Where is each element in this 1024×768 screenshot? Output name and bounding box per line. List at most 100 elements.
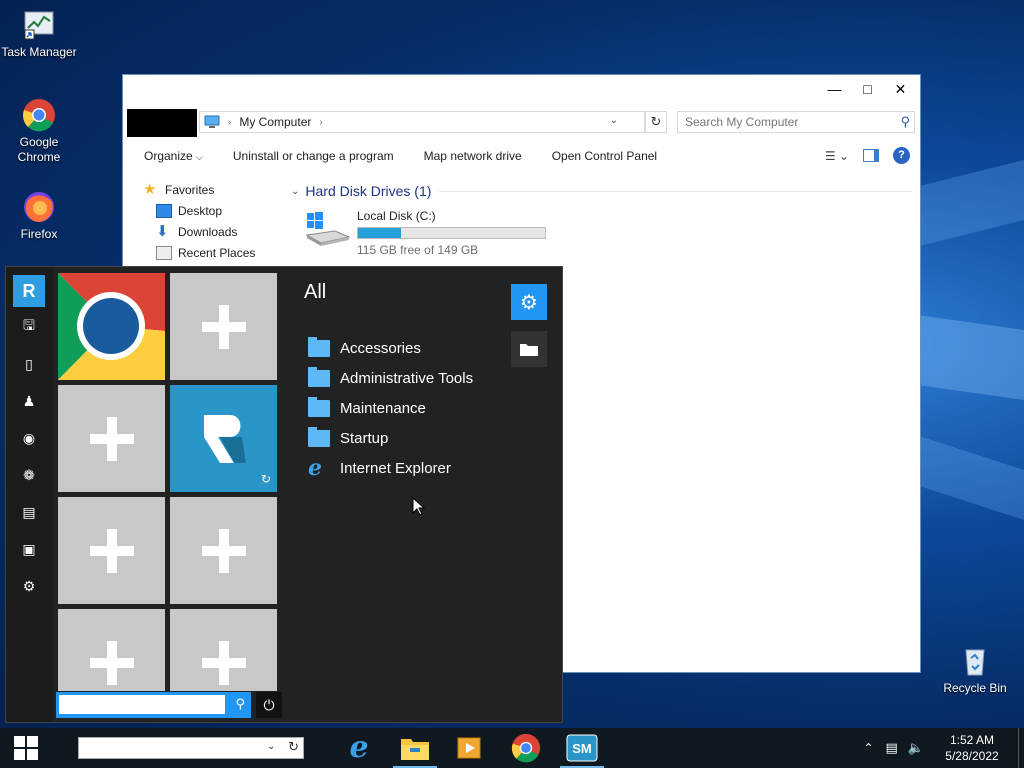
folder-icon <box>308 396 330 417</box>
desktop-icon-label: Task Manager <box>1 45 77 59</box>
start-app-logo-icon <box>203 414 246 463</box>
tile-start-app[interactable]: ↻ <box>170 385 277 492</box>
preview-pane-icon[interactable] <box>863 149 879 162</box>
documents-icon[interactable]: ▯ <box>16 351 42 377</box>
clock-date: 5/28/2022 <box>945 749 999 763</box>
close-button[interactable]: ✕ <box>884 75 917 103</box>
taskbar-media-player[interactable] <box>443 728 495 768</box>
refresh-badge-icon: ↻ <box>260 472 271 486</box>
drive-item-c[interactable]: Local Disk (C:) 115 GB free of 149 GB <box>291 205 912 257</box>
refresh-icon[interactable]: ↻ <box>288 739 299 755</box>
chevron-down-icon[interactable]: ⌄ <box>610 115 618 126</box>
recycle-bin-icon <box>958 644 992 678</box>
performance-icon[interactable]: ▤ <box>16 499 42 525</box>
search-input[interactable] <box>685 115 885 129</box>
star-icon: ★ <box>143 180 157 198</box>
group-header[interactable]: ⌄ Hard Disk Drives (1) <box>291 179 912 203</box>
nav-item-downloads[interactable]: ⬇ Downloads <box>143 221 303 242</box>
computer-icon[interactable]: 🖫 <box>16 314 42 340</box>
chevron-down-icon: ⌵ <box>196 152 203 162</box>
desktop-folder-icon <box>156 203 172 218</box>
power-button[interactable]: ⏻ <box>256 692 282 718</box>
start-button[interactable] <box>0 728 52 768</box>
drive-name: Local Disk (C:) <box>357 209 436 223</box>
tile-empty-add[interactable] <box>170 273 277 380</box>
start-settings-button[interactable]: ⚙ <box>511 284 547 320</box>
program-internet-explorer[interactable]: e Internet Explorer <box>308 453 473 483</box>
display-icon[interactable]: ▣ <box>16 536 42 562</box>
minimize-button[interactable]: — <box>818 75 851 103</box>
view-options-icon[interactable]: ☰ ⌄ <box>825 149 849 163</box>
search-icon[interactable]: ⚲ <box>235 696 245 712</box>
program-startup[interactable]: Startup <box>308 423 473 453</box>
clock[interactable]: 1:52 AM 5/28/2022 <box>932 732 1012 764</box>
help-icon[interactable]: ? <box>893 147 910 164</box>
volume-icon[interactable]: 🔈 <box>908 740 924 756</box>
tile-empty-add[interactable] <box>58 385 165 492</box>
desktop-icon-task-manager[interactable]: Task Manager <box>0 8 78 60</box>
desktop-icon-firefox[interactable]: Firefox <box>0 190 78 242</box>
title-bar[interactable]: — □ ✕ <box>123 75 920 103</box>
task-manager-icon <box>22 8 56 42</box>
plus-icon <box>89 528 134 573</box>
program-administrative-tools[interactable]: Administrative Tools <box>308 363 473 393</box>
user-icon[interactable]: ♟ <box>16 388 42 414</box>
network-icon[interactable]: ◉ <box>16 425 42 451</box>
tile-empty-add[interactable] <box>58 609 165 691</box>
program-accessories[interactable]: Accessories <box>308 333 473 363</box>
program-label: Administrative Tools <box>340 369 474 387</box>
folder-icon <box>520 344 538 356</box>
organize-button[interactable]: Organize ⌵ <box>123 149 218 163</box>
chrome-icon <box>58 273 165 380</box>
taskbar-chrome[interactable] <box>500 728 552 768</box>
start-app-logo-icon[interactable]: R <box>13 275 45 307</box>
open-control-panel-button[interactable]: Open Control Panel <box>537 149 672 163</box>
desktop-icon-chrome[interactable]: Google Chrome <box>0 98 78 165</box>
taskbar-start-menu-app[interactable]: SM <box>556 728 608 768</box>
settings-gear-icon[interactable]: ⚙ <box>16 573 42 599</box>
open-folder-button[interactable] <box>511 331 547 367</box>
taskbar-address-input[interactable] <box>79 738 264 758</box>
svg-text:SM: SM <box>572 741 592 756</box>
search-icon[interactable]: ⚲ <box>900 114 910 130</box>
uninstall-program-button[interactable]: Uninstall or change a program <box>218 149 409 163</box>
breadcrumb-my-computer[interactable]: My Computer <box>239 115 311 129</box>
chevron-up-icon[interactable]: ⌃ <box>863 741 873 755</box>
taskbar-file-explorer[interactable] <box>389 728 441 768</box>
start-search-input[interactable] <box>59 695 225 714</box>
chevron-down-icon: ⌄ <box>291 185 300 197</box>
tile-chrome[interactable] <box>58 273 165 380</box>
nav-item-recent-places[interactable]: Recent Places <box>143 242 303 263</box>
nav-item-desktop[interactable]: Desktop <box>143 200 303 221</box>
tile-empty-add[interactable] <box>170 609 277 691</box>
taskbar-internet-explorer[interactable]: e <box>333 728 385 768</box>
group-label: Hard Disk Drives (1) <box>305 183 432 199</box>
start-search-box[interactable]: ⚲ <box>56 692 251 718</box>
show-desktop-button[interactable] <box>1018 728 1024 768</box>
network-icon[interactable]: ▤ <box>886 740 898 756</box>
desktop-icon-label: Firefox <box>20 227 58 241</box>
tile-empty-add[interactable] <box>170 497 277 604</box>
content-area: ⌄ Hard Disk Drives (1) Local Disk (C:) 1… <box>291 179 912 257</box>
plus-icon <box>89 640 134 685</box>
nav-item-favorites[interactable]: ★ Favorites <box>143 179 303 200</box>
tile-grid: ↻ <box>56 271 284 691</box>
chevron-down-icon[interactable]: ⌄ <box>267 741 275 752</box>
map-network-drive-button[interactable]: Map network drive <box>409 149 537 163</box>
computer-icon <box>204 115 220 128</box>
refresh-button[interactable]: ↻ <box>645 111 667 133</box>
search-field[interactable]: ⚲ <box>677 111 915 133</box>
taskbar-address-toolbar[interactable]: ⌄ ↻ <box>78 737 304 759</box>
clock-time: 1:52 AM <box>949 733 995 747</box>
redacted-block <box>127 109 197 137</box>
program-list: Accessories Administrative Tools Mainten… <box>308 333 473 483</box>
windows-logo-icon <box>14 736 38 760</box>
tile-empty-add[interactable] <box>58 497 165 604</box>
nav-label: Desktop <box>178 203 223 218</box>
drive-usage-bar <box>357 227 546 239</box>
maximize-button[interactable]: □ <box>851 75 884 103</box>
address-bar[interactable]: › My Computer › ⌄ <box>199 111 645 133</box>
desktop-icon-recycle-bin[interactable]: Recycle Bin <box>936 644 1014 696</box>
control-panel-icon[interactable]: ❁ <box>16 462 42 488</box>
program-maintenance[interactable]: Maintenance <box>308 393 473 423</box>
